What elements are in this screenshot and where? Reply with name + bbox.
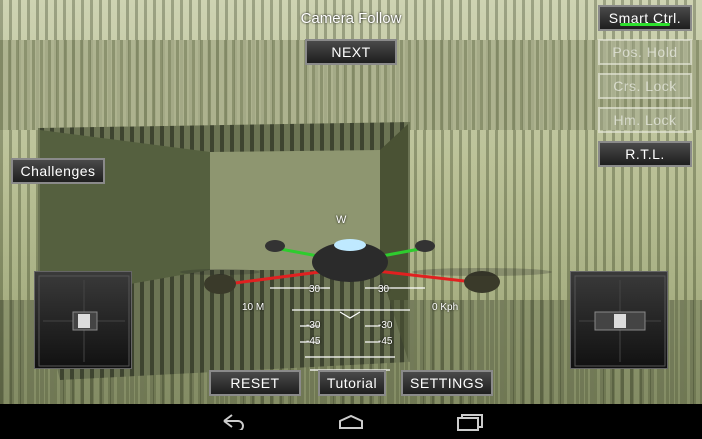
crs-lock-button[interactable]: Crs. Lock: [598, 73, 692, 99]
home-icon[interactable]: [338, 414, 364, 435]
pitch-label: -45: [378, 336, 393, 347]
smart-ctrl-button[interactable]: Smart Ctrl.: [598, 5, 692, 31]
active-indicator: [620, 23, 670, 26]
pitch-label: 30: [378, 284, 390, 295]
hm-lock-button[interactable]: Hm. Lock: [598, 107, 692, 133]
joystick-graphic: [574, 275, 666, 367]
camera-mode-title: Camera Follow: [300, 10, 402, 27]
right-joystick[interactable]: [570, 271, 668, 369]
pos-hold-button[interactable]: Pos. Hold: [598, 39, 692, 65]
joystick-handle[interactable]: [78, 314, 90, 328]
compass-heading: W: [336, 214, 347, 226]
challenges-button[interactable]: Challenges: [11, 158, 105, 184]
back-arrow-icon[interactable]: [220, 412, 246, 435]
joystick-handle[interactable]: [614, 314, 626, 328]
pitch-label: -30: [306, 320, 321, 331]
tutorial-button[interactable]: Tutorial: [318, 370, 386, 396]
pitch-label: -45: [306, 336, 321, 347]
next-button[interactable]: NEXT: [305, 39, 397, 65]
recent-apps-icon[interactable]: [456, 413, 484, 436]
pitch-label: 30: [309, 284, 321, 295]
system-nav-bar: [0, 404, 702, 439]
joystick-graphic: [38, 275, 130, 367]
pitch-label: -30: [378, 320, 393, 331]
left-joystick[interactable]: [34, 271, 132, 369]
settings-button[interactable]: SETTINGS: [401, 370, 493, 396]
speed-readout: 0 Kph: [432, 302, 459, 313]
reset-button[interactable]: RESET: [209, 370, 301, 396]
game-viewport: Camera Follow W 10 M 0 Kph 30 30 -30 -30…: [0, 0, 702, 404]
rtl-button[interactable]: R.T.L.: [598, 141, 692, 167]
altitude-readout: 10 M: [242, 302, 265, 313]
